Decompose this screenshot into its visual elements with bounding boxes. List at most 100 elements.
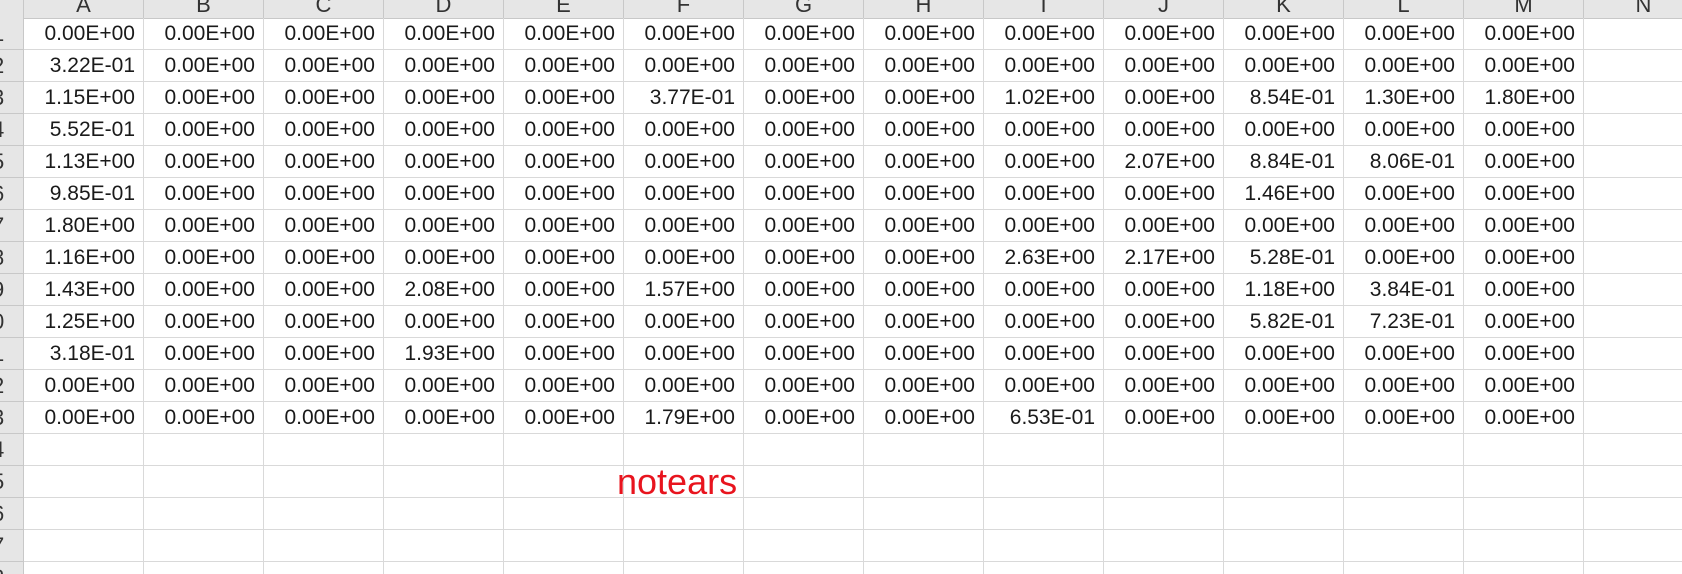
cell-d1[interactable]: 0.00E+00 [384, 18, 504, 50]
cell-j15[interactable] [1104, 466, 1224, 498]
cell-n6[interactable] [1584, 178, 1682, 210]
cell-e6[interactable]: 0.00E+00 [504, 178, 624, 210]
cell-e16[interactable] [504, 498, 624, 530]
cell-k8[interactable]: 5.28E-01 [1224, 242, 1344, 274]
cell-a3[interactable]: 1.15E+00 [24, 82, 144, 114]
cell-f9[interactable]: 1.57E+00 [624, 274, 744, 306]
cell-i4[interactable]: 0.00E+00 [984, 114, 1104, 146]
cell-m18[interactable] [1464, 562, 1584, 574]
cell-a6[interactable]: 9.85E-01 [24, 178, 144, 210]
cell-l10[interactable]: 7.23E-01 [1344, 306, 1464, 338]
cell-g8[interactable]: 0.00E+00 [744, 242, 864, 274]
cell-m1[interactable]: 0.00E+00 [1464, 18, 1584, 50]
cell-a4[interactable]: 5.52E-01 [24, 114, 144, 146]
cell-k11[interactable]: 0.00E+00 [1224, 338, 1344, 370]
cell-c10[interactable]: 0.00E+00 [264, 306, 384, 338]
column-header-h[interactable]: H [864, 0, 984, 18]
cell-n5[interactable] [1584, 146, 1682, 178]
cell-j12[interactable]: 0.00E+00 [1104, 370, 1224, 402]
cell-m5[interactable]: 0.00E+00 [1464, 146, 1584, 178]
cell-n2[interactable] [1584, 50, 1682, 82]
cell-c16[interactable] [264, 498, 384, 530]
cell-a8[interactable]: 1.16E+00 [24, 242, 144, 274]
cell-l6[interactable]: 0.00E+00 [1344, 178, 1464, 210]
cell-d16[interactable] [384, 498, 504, 530]
cell-i14[interactable] [984, 434, 1104, 466]
cell-e3[interactable]: 0.00E+00 [504, 82, 624, 114]
cell-d3[interactable]: 0.00E+00 [384, 82, 504, 114]
cell-l7[interactable]: 0.00E+00 [1344, 210, 1464, 242]
cell-k2[interactable]: 0.00E+00 [1224, 50, 1344, 82]
cell-g15[interactable] [744, 466, 864, 498]
cell-a11[interactable]: 3.18E-01 [24, 338, 144, 370]
cell-m14[interactable] [1464, 434, 1584, 466]
row-header[interactable]: 8 [0, 562, 24, 574]
cell-g1[interactable]: 0.00E+00 [744, 18, 864, 50]
cell-h12[interactable]: 0.00E+00 [864, 370, 984, 402]
cell-k3[interactable]: 8.54E-01 [1224, 82, 1344, 114]
cell-e14[interactable] [504, 434, 624, 466]
cell-l12[interactable]: 0.00E+00 [1344, 370, 1464, 402]
cell-f8[interactable]: 0.00E+00 [624, 242, 744, 274]
cell-f7[interactable]: 0.00E+00 [624, 210, 744, 242]
cell-m2[interactable]: 0.00E+00 [1464, 50, 1584, 82]
cell-d12[interactable]: 0.00E+00 [384, 370, 504, 402]
cell-e5[interactable]: 0.00E+00 [504, 146, 624, 178]
cell-f11[interactable]: 0.00E+00 [624, 338, 744, 370]
cell-g6[interactable]: 0.00E+00 [744, 178, 864, 210]
cell-g2[interactable]: 0.00E+00 [744, 50, 864, 82]
cell-f2[interactable]: 0.00E+00 [624, 50, 744, 82]
cell-j11[interactable]: 0.00E+00 [1104, 338, 1224, 370]
cell-e2[interactable]: 0.00E+00 [504, 50, 624, 82]
cell-n18[interactable] [1584, 562, 1682, 574]
cell-e11[interactable]: 0.00E+00 [504, 338, 624, 370]
cell-n1[interactable] [1584, 18, 1682, 50]
cell-c1[interactable]: 0.00E+00 [264, 18, 384, 50]
cell-d8[interactable]: 0.00E+00 [384, 242, 504, 274]
cell-h11[interactable]: 0.00E+00 [864, 338, 984, 370]
cell-n15[interactable] [1584, 466, 1682, 498]
cell-b11[interactable]: 0.00E+00 [144, 338, 264, 370]
cell-i15[interactable] [984, 466, 1104, 498]
cell-m11[interactable]: 0.00E+00 [1464, 338, 1584, 370]
row-header[interactable]: 2 [0, 50, 24, 82]
cell-j18[interactable] [1104, 562, 1224, 574]
cell-b8[interactable]: 0.00E+00 [144, 242, 264, 274]
cell-m9[interactable]: 0.00E+00 [1464, 274, 1584, 306]
cell-l2[interactable]: 0.00E+00 [1344, 50, 1464, 82]
cell-d15[interactable] [384, 466, 504, 498]
cell-h13[interactable]: 0.00E+00 [864, 402, 984, 434]
cell-a7[interactable]: 1.80E+00 [24, 210, 144, 242]
row-header[interactable]: 4 [0, 114, 24, 146]
cell-k6[interactable]: 1.46E+00 [1224, 178, 1344, 210]
cell-b5[interactable]: 0.00E+00 [144, 146, 264, 178]
row-header[interactable]: 8 [0, 242, 24, 274]
cell-k12[interactable]: 0.00E+00 [1224, 370, 1344, 402]
row-header[interactable]: 1 [0, 18, 24, 50]
cell-j14[interactable] [1104, 434, 1224, 466]
cell-m6[interactable]: 0.00E+00 [1464, 178, 1584, 210]
column-header-n[interactable]: N [1584, 0, 1682, 18]
cell-d9[interactable]: 2.08E+00 [384, 274, 504, 306]
cell-h18[interactable] [864, 562, 984, 574]
cell-h17[interactable] [864, 530, 984, 562]
cell-c6[interactable]: 0.00E+00 [264, 178, 384, 210]
cell-b17[interactable] [144, 530, 264, 562]
cell-a16[interactable] [24, 498, 144, 530]
cell-h15[interactable] [864, 466, 984, 498]
column-header-b[interactable]: B [144, 0, 264, 18]
cell-c14[interactable] [264, 434, 384, 466]
cell-b12[interactable]: 0.00E+00 [144, 370, 264, 402]
cell-h1[interactable]: 0.00E+00 [864, 18, 984, 50]
cell-l16[interactable] [1344, 498, 1464, 530]
cell-l4[interactable]: 0.00E+00 [1344, 114, 1464, 146]
cell-a14[interactable] [24, 434, 144, 466]
cell-g3[interactable]: 0.00E+00 [744, 82, 864, 114]
row-header[interactable]: 6 [0, 178, 24, 210]
cell-a1[interactable]: 0.00E+00 [24, 18, 144, 50]
cell-j1[interactable]: 0.00E+00 [1104, 18, 1224, 50]
cell-n9[interactable] [1584, 274, 1682, 306]
cell-i16[interactable] [984, 498, 1104, 530]
cell-j13[interactable]: 0.00E+00 [1104, 402, 1224, 434]
cell-k9[interactable]: 1.18E+00 [1224, 274, 1344, 306]
